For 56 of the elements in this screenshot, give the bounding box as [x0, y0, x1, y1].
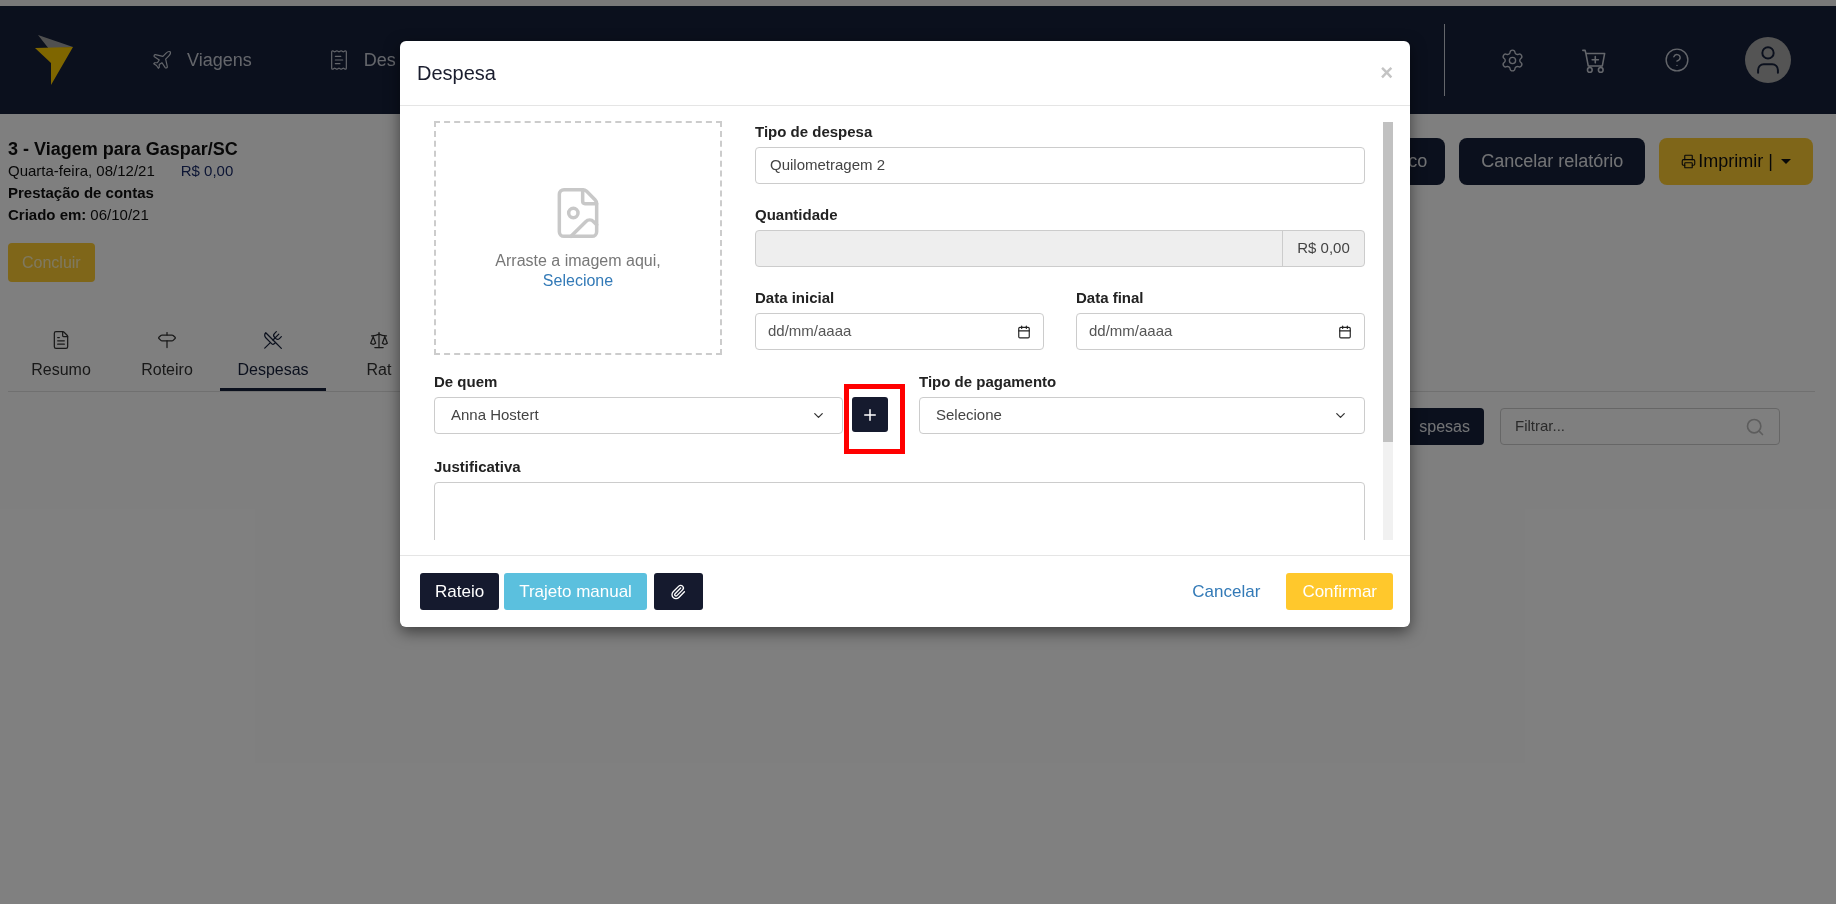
- search-icon: [1745, 416, 1765, 437]
- tab-icon: [51, 330, 71, 350]
- trip-amount: R$ 0,00: [180, 161, 234, 181]
- action-button[interactable]: Imprimir |: [1659, 138, 1813, 185]
- filter-field[interactable]: Filtrar...: [1500, 408, 1780, 445]
- help-icon[interactable]: [1664, 47, 1690, 73]
- field-label: Tipo de despesa: [755, 123, 874, 141]
- tab[interactable]: Rat: [326, 330, 432, 391]
- created-date: 06/10/21: [90, 205, 149, 225]
- date-field[interactable]: dd/mm/aaaa: [1076, 313, 1365, 350]
- printer-icon: [1681, 154, 1697, 169]
- expense-type-field[interactable]: Quilometragem 2: [755, 147, 1365, 184]
- attach-button[interactable]: [653, 573, 703, 610]
- add-person-button[interactable]: [852, 397, 888, 432]
- field-label: Tipo de pagamento: [919, 373, 1058, 391]
- calendar-icon[interactable]: [1017, 324, 1031, 339]
- field-label: Data final: [1076, 289, 1145, 307]
- currency-addon: R$ 0,00: [1282, 231, 1364, 266]
- field-label: Justificativa: [434, 458, 522, 476]
- tab[interactable]: Resumo: [8, 330, 114, 391]
- nav-link[interactable]: Viagens: [151, 46, 252, 74]
- date-placeholder: dd/mm/aaaa: [768, 321, 852, 342]
- dropzone-text: Arraste a imagem aqui,: [495, 251, 661, 271]
- tab-icon: [157, 330, 177, 350]
- paperclip-icon: [670, 583, 687, 600]
- logo-icon: [35, 35, 73, 85]
- date-placeholder: dd/mm/aaaa: [1089, 321, 1173, 342]
- footer-button[interactable]: Rateio: [420, 573, 500, 610]
- person-select[interactable]: Anna Hostert: [434, 397, 843, 434]
- cart-plus-icon[interactable]: [1582, 47, 1607, 73]
- field-label: De quem: [434, 373, 499, 391]
- report-type: Prestação de contas: [8, 183, 155, 203]
- settings-icon[interactable]: [1500, 47, 1525, 73]
- select-link[interactable]: Selecione: [542, 271, 614, 291]
- trip-title: 3 - Viagem para Gaspar/SC: [8, 138, 238, 160]
- trip-date: Quarta-feira, 08/12/21: [8, 161, 155, 181]
- dialog-title: Despesa: [417, 61, 496, 86]
- tab-icon: [369, 330, 389, 350]
- filter-placeholder: Filtrar...: [1515, 416, 1565, 437]
- calendar-icon[interactable]: [1338, 324, 1352, 339]
- field-label: Data inicial: [755, 289, 836, 307]
- created-label: Criado em:: [8, 205, 87, 225]
- field-label: Quantidade: [755, 206, 839, 224]
- nav-link[interactable]: Des: [327, 46, 396, 74]
- image-dropzone[interactable]: Arraste a imagem aqui, Selecione: [434, 121, 722, 355]
- scrollbar[interactable]: [1383, 122, 1393, 540]
- avatar[interactable]: [1745, 37, 1791, 83]
- action-button[interactable]: Cancelar relatório: [1459, 138, 1646, 185]
- tab[interactable]: Roteiro: [114, 330, 220, 391]
- tab[interactable]: Despesas: [220, 330, 326, 391]
- caret-icon: [1781, 159, 1791, 164]
- cancel-link[interactable]: Cancelar: [1192, 578, 1261, 605]
- date-field[interactable]: dd/mm/aaaa: [755, 313, 1044, 350]
- tab-icon: [263, 330, 283, 350]
- airplane-icon: [151, 49, 173, 71]
- payment-type-select[interactable]: Selecione: [919, 397, 1365, 434]
